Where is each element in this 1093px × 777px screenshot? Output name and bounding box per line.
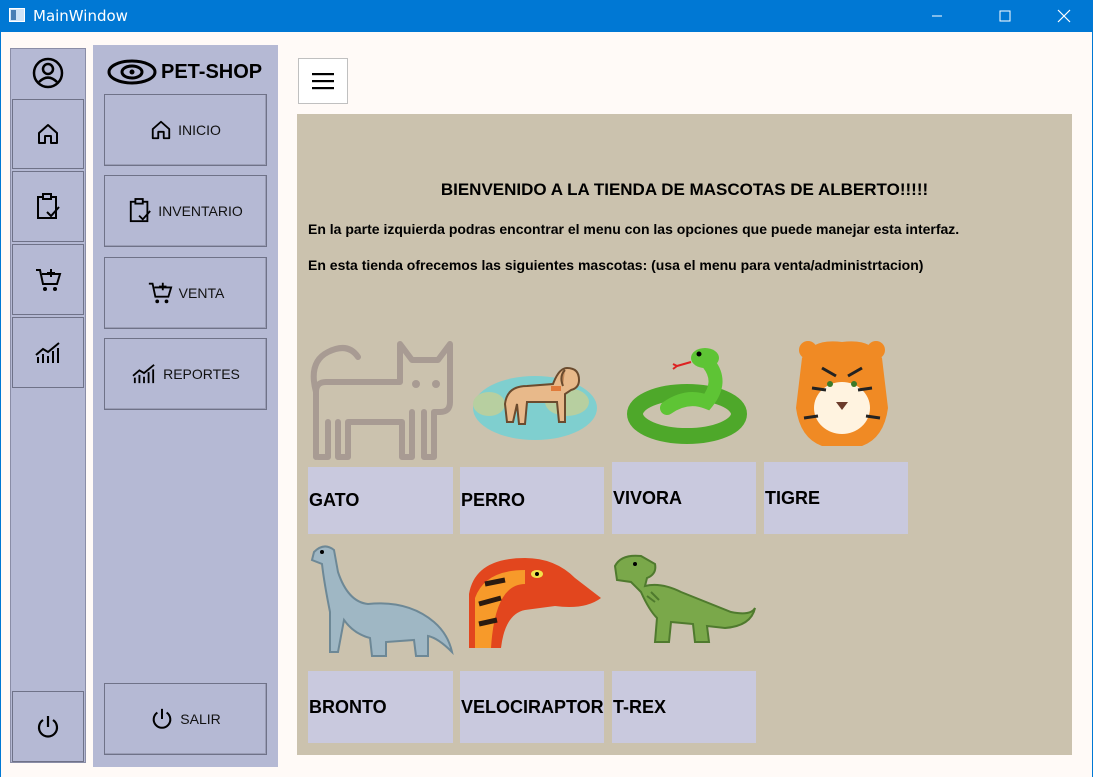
maximize-icon	[999, 10, 1011, 22]
close-button[interactable]	[1041, 0, 1087, 32]
app-icon	[9, 8, 25, 22]
menu-reportes-label: REPORTES	[163, 366, 240, 382]
pet-label-velociraptor[interactable]: VELOCIRAPTOR	[460, 671, 604, 743]
brontosaurus-image	[310, 545, 454, 657]
pet-label-t-rex[interactable]: T-REX	[612, 671, 756, 743]
maximize-button[interactable]	[982, 0, 1028, 32]
title-bar: MainWindow	[0, 0, 1093, 32]
menu-inventario-button[interactable]: INVENTARIO	[104, 175, 267, 247]
menu-inventario-label: INVENTARIO	[158, 203, 243, 219]
menu-venta-button[interactable]: VENTA	[104, 257, 267, 329]
menu-venta-label: VENTA	[178, 285, 225, 301]
power-icon	[37, 715, 59, 738]
window-title: MainWindow	[33, 7, 128, 25]
pet-label-vivora[interactable]: VIVORA	[612, 462, 756, 534]
menu-panel: PET-SHOP INICIO INVENTARIO VENTA REPORTE…	[93, 45, 278, 767]
home-icon	[151, 120, 171, 140]
minimize-icon	[932, 15, 942, 17]
tiger-image	[796, 341, 888, 446]
pet-label-gato[interactable]: GATO	[308, 467, 453, 534]
pet-label-bronto[interactable]: BRONTO	[308, 671, 453, 743]
icon-rail	[10, 48, 86, 763]
rail-inventory-button[interactable]	[12, 171, 84, 242]
snake-image	[627, 348, 747, 444]
menu-salir-button[interactable]: SALIR	[104, 683, 267, 755]
eye-logo-icon	[107, 59, 157, 85]
user-circle-icon	[32, 57, 64, 89]
menu-salir-label: SALIR	[180, 711, 221, 727]
brand-name: PET-SHOP	[161, 60, 263, 83]
hamburger-button[interactable]	[298, 58, 348, 104]
velociraptor-image	[469, 558, 601, 648]
chart-icon	[35, 341, 60, 363]
clipboard-check-icon	[37, 192, 60, 219]
hamburger-icon	[312, 73, 334, 90]
intro-line-2: En esta tienda ofrecemos las siguientes …	[308, 257, 924, 273]
pet-label-perro[interactable]: PERRO	[460, 467, 604, 534]
cart-add-icon	[36, 268, 62, 291]
brand: PET-SHOP	[107, 59, 262, 85]
rail-reports-button[interactable]	[12, 317, 84, 388]
menu-inicio-button[interactable]: INICIO	[104, 94, 267, 166]
main-content: BIENVENIDO A LA TIENDA DE MASCOTAS DE AL…	[297, 114, 1072, 755]
home-icon	[38, 124, 58, 144]
rail-power-button[interactable]	[12, 691, 84, 762]
menu-reportes-button[interactable]: REPORTES	[104, 338, 267, 410]
pet-label-tigre[interactable]: TIGRE	[764, 462, 908, 534]
t-rex-image	[613, 554, 756, 643]
close-icon	[1057, 9, 1071, 23]
cat-image	[310, 341, 453, 460]
rail-home-button[interactable]	[12, 99, 84, 169]
welcome-heading: BIENVENIDO A LA TIENDA DE MASCOTAS DE AL…	[440, 180, 929, 199]
dog-image	[473, 366, 597, 440]
rail-sale-button[interactable]	[12, 244, 84, 315]
minimize-button[interactable]	[914, 0, 960, 32]
clipboard-check-icon	[130, 198, 152, 223]
cart-add-icon	[148, 282, 173, 304]
menu-inicio-label: INICIO	[178, 122, 221, 138]
intro-line-1: En la parte izquierda podras encontrar e…	[308, 221, 960, 237]
chart-icon	[132, 364, 155, 384]
rail-user-button[interactable]	[12, 51, 84, 95]
power-icon	[153, 708, 172, 729]
